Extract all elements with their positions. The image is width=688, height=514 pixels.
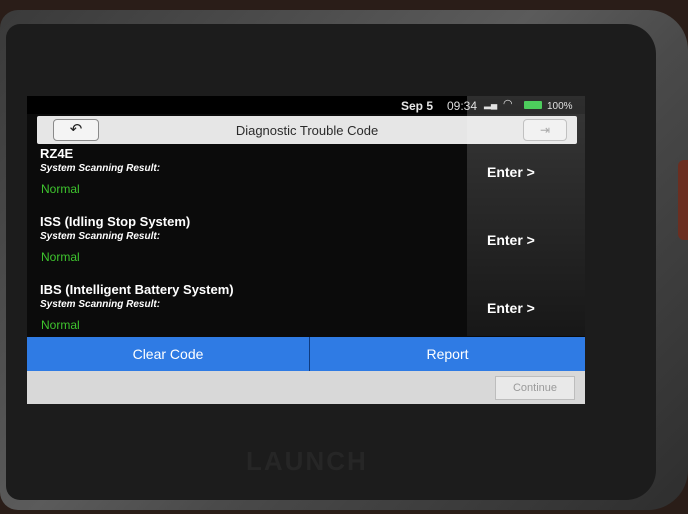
system-list: RZ4E System Scanning Result: Normal Ente… — [27, 146, 585, 342]
battery-level: 100% — [547, 101, 573, 112]
scan-result-value: Normal — [41, 250, 80, 264]
device-brand-logo: LAUNCH — [246, 446, 368, 476]
system-name: IBS (Intelligent Battery System) — [40, 282, 234, 297]
enter-button[interactable]: Enter > — [487, 300, 535, 316]
clear-code-button[interactable]: Clear Code — [27, 337, 310, 371]
enter-button[interactable]: Enter > — [487, 164, 535, 180]
scan-result-value: Normal — [41, 182, 80, 196]
continue-button[interactable]: Continue — [495, 376, 575, 400]
scan-result-label: System Scanning Result: — [40, 163, 161, 174]
status-bar: Sep 5 09:34 ▂▄ ◠ 100% — [27, 96, 585, 114]
title-bar: ↶ Diagnostic Trouble Code ⇥ — [37, 116, 577, 144]
exit-button[interactable]: ⇥ — [523, 119, 567, 141]
status-time: 09:34 — [447, 99, 478, 113]
exit-icon: ⇥ — [539, 123, 551, 137]
system-name: RZ4E — [40, 146, 74, 161]
screen: Sep 5 09:34 ▂▄ ◠ 100% ↶ Diagnostic Troub… — [27, 96, 585, 404]
battery-icon — [524, 101, 542, 109]
list-item[interactable]: IBS (Intelligent Battery System) System … — [27, 282, 585, 342]
scan-result-value: Normal — [41, 318, 80, 332]
enter-button[interactable]: Enter > — [487, 232, 535, 248]
scan-result-label: System Scanning Result: — [40, 231, 161, 242]
page-title: Diagnostic Trouble Code — [235, 123, 379, 138]
status-date: Sep 5 — [401, 99, 434, 113]
list-item[interactable]: RZ4E System Scanning Result: Normal Ente… — [27, 146, 585, 214]
signal-icon: ▂▄ — [484, 99, 498, 109]
action-bar: Clear Code Report — [27, 337, 585, 371]
list-item[interactable]: ISS (Idling Stop System) System Scanning… — [27, 214, 585, 282]
device-edge — [678, 160, 688, 240]
wifi-icon: ◠ — [503, 98, 513, 110]
system-name: ISS (Idling Stop System) — [40, 214, 191, 229]
report-button[interactable]: Report — [310, 337, 585, 371]
scan-result-label: System Scanning Result: — [40, 299, 161, 310]
footer-bar: Continue — [27, 371, 585, 404]
